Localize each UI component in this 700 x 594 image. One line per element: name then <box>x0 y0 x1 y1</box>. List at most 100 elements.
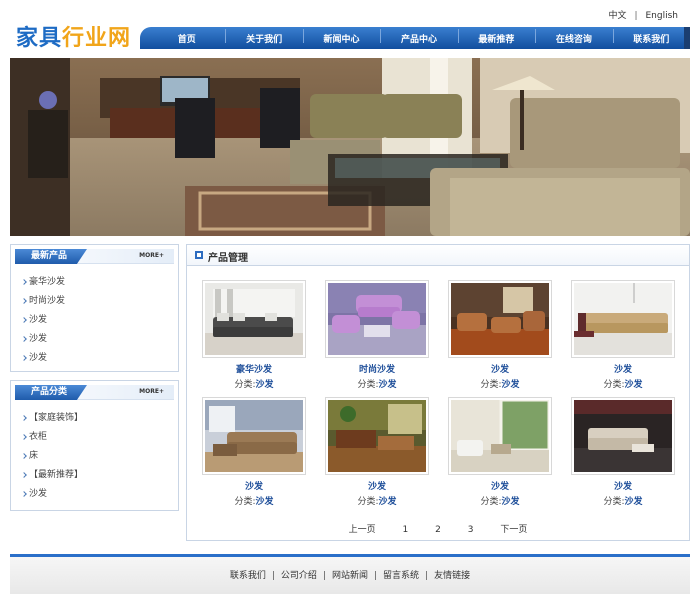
site-logo[interactable]: 家具行业网 <box>16 20 131 52</box>
product-category: 分类:沙发 <box>448 377 552 390</box>
product-card[interactable]: 沙发 分类:沙发 <box>571 397 675 514</box>
language-switcher: 中文 | English <box>608 8 678 21</box>
nav-recommended[interactable]: 最新推荐 <box>457 28 535 45</box>
footer-link-guestbook[interactable]: 留言系统 <box>383 571 419 581</box>
lang-chinese-link[interactable]: 中文 <box>608 8 626 21</box>
list-item[interactable]: 豪华沙发 <box>21 275 65 294</box>
category-value[interactable]: 沙发 <box>502 497 520 507</box>
product-name[interactable]: 沙发 <box>571 362 675 375</box>
product-name[interactable]: 沙发 <box>571 479 675 492</box>
category-value[interactable]: 沙发 <box>379 497 397 507</box>
product-thumbnail[interactable] <box>571 280 675 358</box>
category-prefix: 分类: <box>603 497 625 507</box>
list-item[interactable]: 沙发 <box>21 351 65 370</box>
product-category-panel: 产品分类 MORE+ 【家庭装饰】 衣柜 床 【最新推荐】 沙发 <box>10 380 179 511</box>
pagination: 上一页 1 2 3 下一页 <box>187 522 689 535</box>
list-item[interactable]: 时尚沙发 <box>21 294 65 313</box>
footer-link-contact[interactable]: 联系我们 <box>230 571 266 581</box>
category-prefix: 分类: <box>480 497 502 507</box>
nav-about[interactable]: 关于我们 <box>225 28 302 45</box>
product-thumbnail[interactable] <box>325 280 429 358</box>
category-value[interactable]: 沙发 <box>256 380 274 390</box>
product-management-title: 产品管理 <box>208 253 248 264</box>
product-name[interactable]: 沙发 <box>202 479 306 492</box>
list-item[interactable]: 【家庭装饰】 <box>21 411 83 430</box>
product-grid: 豪华沙发 分类:沙发 时尚沙发 分类:沙发 沙发 分类:沙发 沙发 分类:沙发 … <box>202 280 678 514</box>
category-value[interactable]: 沙发 <box>625 380 643 390</box>
product-thumbnail[interactable] <box>325 397 429 475</box>
product-card[interactable]: 沙发 分类:沙发 <box>448 397 552 514</box>
category-prefix: 分类: <box>357 380 379 390</box>
sofa-photo-icon <box>328 283 426 355</box>
banner-image <box>10 58 690 236</box>
list-item[interactable]: 沙发 <box>21 313 65 332</box>
lang-english-link[interactable]: English <box>646 11 679 21</box>
page-link-2[interactable]: 2 <box>435 525 441 535</box>
banner-office-scene <box>10 58 690 236</box>
footer-link-friends[interactable]: 友情链接 <box>434 571 470 581</box>
product-name[interactable]: 沙发 <box>448 362 552 375</box>
product-category: 分类:沙发 <box>571 377 675 390</box>
category-value[interactable]: 沙发 <box>625 497 643 507</box>
latest-products-panel: 最新产品 MORE+ 豪华沙发 时尚沙发 沙发 沙发 沙发 <box>10 244 179 372</box>
product-thumbnail[interactable] <box>202 280 306 358</box>
product-card[interactable]: 沙发 分类:沙发 <box>202 397 306 514</box>
nav-news[interactable]: 新闻中心 <box>302 28 380 45</box>
product-thumbnail[interactable] <box>448 280 552 358</box>
footer-separator: | <box>425 571 429 581</box>
product-card[interactable]: 豪华沙发 分类:沙发 <box>202 280 306 397</box>
product-name[interactable]: 沙发 <box>325 479 429 492</box>
product-card[interactable]: 沙发 分类:沙发 <box>448 280 552 397</box>
page-link-1[interactable]: 1 <box>403 525 409 535</box>
latest-more-link[interactable]: MORE+ <box>139 252 164 259</box>
prev-page-link[interactable]: 上一页 <box>349 522 376 535</box>
next-page-link[interactable]: 下一页 <box>500 522 527 535</box>
category-prefix: 分类: <box>234 497 256 507</box>
category-value[interactable]: 沙发 <box>379 380 397 390</box>
list-item[interactable]: 床 <box>21 449 83 468</box>
footer-separator: | <box>271 571 275 581</box>
footer-link-news[interactable]: 网站新闻 <box>332 571 368 581</box>
category-prefix: 分类: <box>603 380 625 390</box>
page-link-3[interactable]: 3 <box>468 525 474 535</box>
footer-links: 联系我们 | 公司介绍 | 网站新闻 | 留言系统 | 友情链接 <box>10 568 690 581</box>
sofa-photo-icon <box>451 400 549 472</box>
product-thumbnail[interactable] <box>448 397 552 475</box>
product-thumbnail[interactable] <box>202 397 306 475</box>
sofa-photo-icon <box>205 283 303 355</box>
product-thumbnail[interactable] <box>571 397 675 475</box>
product-category: 分类:沙发 <box>202 377 306 390</box>
category-value[interactable]: 沙发 <box>256 497 274 507</box>
nav-contact[interactable]: 联系我们 <box>612 28 690 45</box>
product-name[interactable]: 沙发 <box>448 479 552 492</box>
sofa-photo-icon <box>328 400 426 472</box>
product-card[interactable]: 沙发 分类:沙发 <box>325 397 429 514</box>
nav-consult[interactable]: 在线咨询 <box>535 28 612 45</box>
nav-home[interactable]: 首页 <box>148 32 225 45</box>
category-more-link[interactable]: MORE+ <box>139 388 164 395</box>
product-category-title: 产品分类 <box>15 385 87 400</box>
nav-products[interactable]: 产品中心 <box>380 28 457 45</box>
latest-products-title: 最新产品 <box>15 249 87 264</box>
product-category-list: 【家庭装饰】 衣柜 床 【最新推荐】 沙发 <box>21 411 83 506</box>
footer: 联系我们 | 公司介绍 | 网站新闻 | 留言系统 | 友情链接 <box>10 557 690 594</box>
logo-text-part2: 行业网 <box>62 26 132 51</box>
category-value[interactable]: 沙发 <box>502 380 520 390</box>
footer-separator: | <box>374 571 378 581</box>
list-item[interactable]: 衣柜 <box>21 430 83 449</box>
lang-separator: | <box>634 11 638 21</box>
product-name[interactable]: 时尚沙发 <box>325 362 429 375</box>
product-card[interactable]: 沙发 分类:沙发 <box>571 280 675 397</box>
category-prefix: 分类: <box>480 380 502 390</box>
footer-link-about[interactable]: 公司介绍 <box>281 571 317 581</box>
list-item[interactable]: 沙发 <box>21 487 83 506</box>
product-name[interactable]: 豪华沙发 <box>202 362 306 375</box>
category-prefix: 分类: <box>234 380 256 390</box>
list-item[interactable]: 沙发 <box>21 332 65 351</box>
list-item[interactable]: 【最新推荐】 <box>21 468 83 487</box>
product-category-header: 产品分类 MORE+ <box>15 385 174 400</box>
product-category: 分类:沙发 <box>571 494 675 507</box>
product-management-panel: 产品管理 豪华沙发 分类:沙发 时尚沙发 分类:沙发 沙发 分类:沙发 沙发 分… <box>186 244 690 541</box>
product-category: 分类:沙发 <box>448 494 552 507</box>
product-card[interactable]: 时尚沙发 分类:沙发 <box>325 280 429 397</box>
